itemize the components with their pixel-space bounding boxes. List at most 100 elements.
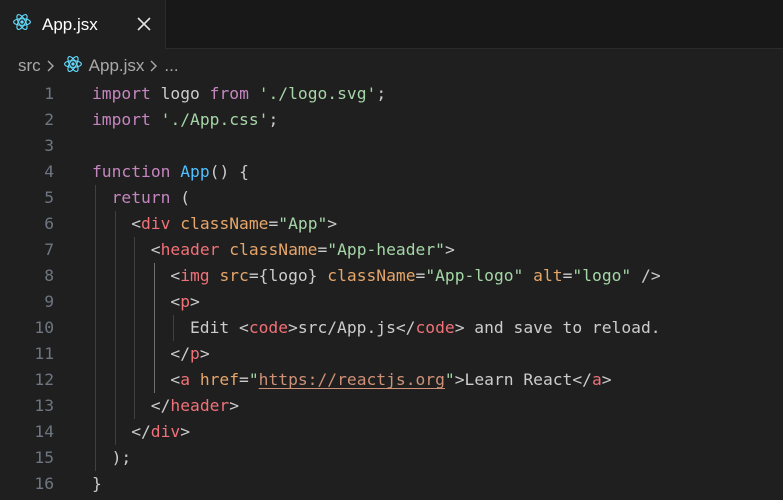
code-token: () { bbox=[209, 162, 249, 181]
code-token: p bbox=[180, 292, 191, 311]
code-text: </div> bbox=[131, 419, 190, 445]
code-line[interactable]: 12 <a href="https://reactjs.org">Learn Re… bbox=[0, 367, 783, 393]
code-token: div bbox=[141, 214, 171, 233]
indent-guide bbox=[134, 237, 136, 419]
code-line[interactable]: 7 <header className="App-header"> bbox=[0, 237, 783, 263]
url-link[interactable]: https://reactjs.org bbox=[259, 370, 445, 389]
line-number: 4 bbox=[44, 162, 54, 181]
code-token: "logo" bbox=[572, 266, 632, 285]
breadcrumb-item-symbols[interactable]: ... bbox=[164, 56, 178, 76]
line-number: 1 bbox=[44, 84, 54, 103]
code-token: import bbox=[92, 84, 151, 103]
code-text: </header> bbox=[151, 393, 239, 419]
code-line[interactable]: 10 Edit <code>src/App.js</code> and save … bbox=[0, 315, 783, 341]
code-token: from bbox=[209, 84, 249, 103]
code-token: './App.css' bbox=[160, 110, 269, 129]
code-text: function App() { bbox=[92, 159, 249, 185]
code-token: > bbox=[199, 344, 210, 363]
line-number: 3 bbox=[44, 136, 54, 155]
code-line[interactable]: 9 <p> bbox=[0, 289, 783, 315]
code-token: './logo.svg' bbox=[258, 84, 377, 103]
code-token: header bbox=[160, 240, 220, 259]
line-number: 5 bbox=[44, 188, 54, 207]
code-line[interactable]: 6 <div className="App"> bbox=[0, 211, 783, 237]
tab-label: App.jsx bbox=[42, 14, 98, 34]
code-text: <div className="App"> bbox=[131, 211, 337, 237]
code-token: img bbox=[180, 266, 210, 285]
react-icon bbox=[12, 12, 32, 37]
indent-guide bbox=[114, 211, 116, 445]
code-token: return bbox=[111, 188, 171, 207]
editor-tab-bar: App.jsx bbox=[0, 0, 783, 49]
chevron-right-icon bbox=[149, 59, 159, 73]
code-token: ); bbox=[111, 448, 132, 467]
code-token: a bbox=[180, 370, 191, 389]
code-text: import './App.css'; bbox=[92, 107, 278, 133]
code-text: <img src={logo} className="App-logo" alt… bbox=[170, 263, 660, 289]
code-line[interactable]: 11 </p> bbox=[0, 341, 783, 367]
code-line[interactable]: 14 </div> bbox=[0, 419, 783, 445]
indent-guide bbox=[173, 315, 175, 341]
code-token: = bbox=[415, 266, 426, 285]
code-token: = bbox=[268, 214, 279, 233]
code-token: </ bbox=[170, 344, 190, 363]
code-token: > and save to reload. bbox=[454, 318, 661, 337]
indent-guide bbox=[95, 185, 96, 471]
code-line[interactable]: 3 bbox=[0, 133, 783, 159]
code-text: Edit <code>src/App.js</code> and save to… bbox=[190, 315, 661, 341]
tab-app-jsx[interactable]: App.jsx bbox=[0, 0, 166, 49]
code-token: ; bbox=[268, 110, 279, 129]
code-token: = bbox=[562, 266, 573, 285]
code-token: >src/App.js</ bbox=[288, 318, 416, 337]
code-line[interactable]: 5 return ( bbox=[0, 185, 783, 211]
code-line[interactable]: 16} bbox=[0, 471, 783, 497]
code-token: < bbox=[150, 240, 161, 259]
code-text: </p> bbox=[170, 341, 209, 367]
code-token: } bbox=[92, 474, 102, 493]
code-token: < bbox=[170, 266, 181, 285]
line-number: 2 bbox=[44, 110, 54, 129]
indent-guide bbox=[153, 263, 155, 393]
code-token: ; bbox=[376, 84, 387, 103]
close-icon[interactable] bbox=[134, 14, 154, 34]
code-text: <p> bbox=[170, 289, 199, 315]
code-token: </ bbox=[150, 396, 171, 415]
code-token: "App" bbox=[278, 214, 328, 233]
code-token: > bbox=[601, 370, 612, 389]
code-token: </ bbox=[131, 422, 151, 441]
code-text: ); bbox=[112, 445, 132, 471]
breadcrumb-item-file[interactable]: App.jsx bbox=[89, 56, 145, 76]
code-line[interactable]: 8 <img src={logo} className="App-logo" al… bbox=[0, 263, 783, 289]
breadcrumb-item-src[interactable]: src bbox=[18, 56, 41, 76]
code-token: header bbox=[170, 396, 230, 415]
line-number: 11 bbox=[34, 344, 54, 363]
code-token: className bbox=[180, 214, 269, 233]
code-token: " bbox=[444, 370, 455, 389]
code-line[interactable]: 1 import logo from './logo.svg'; bbox=[0, 81, 783, 107]
code-token: className bbox=[229, 240, 318, 259]
code-token: className bbox=[327, 266, 416, 285]
code-token: < bbox=[131, 214, 141, 233]
code-token: alt bbox=[533, 266, 563, 285]
code-text: } bbox=[92, 471, 102, 497]
code-token: code bbox=[248, 318, 289, 337]
code-token: > bbox=[229, 396, 240, 415]
code-editor[interactable]: 1 import logo from './logo.svg'; 2 import '… bbox=[0, 81, 783, 500]
code-token: "App-logo" bbox=[425, 266, 524, 285]
code-line[interactable]: 13 </header> bbox=[0, 393, 783, 419]
code-line[interactable]: 2 import './App.css'; bbox=[0, 107, 783, 133]
code-line[interactable]: 4 function App() { bbox=[0, 159, 783, 185]
code-token: = bbox=[317, 240, 328, 259]
react-icon bbox=[63, 54, 83, 79]
code-token: /> bbox=[631, 266, 661, 285]
code-token: Edit < bbox=[190, 318, 249, 337]
code-line[interactable]: 15); bbox=[0, 445, 783, 471]
code-token: div bbox=[150, 422, 181, 441]
line-number: 10 bbox=[34, 318, 54, 337]
